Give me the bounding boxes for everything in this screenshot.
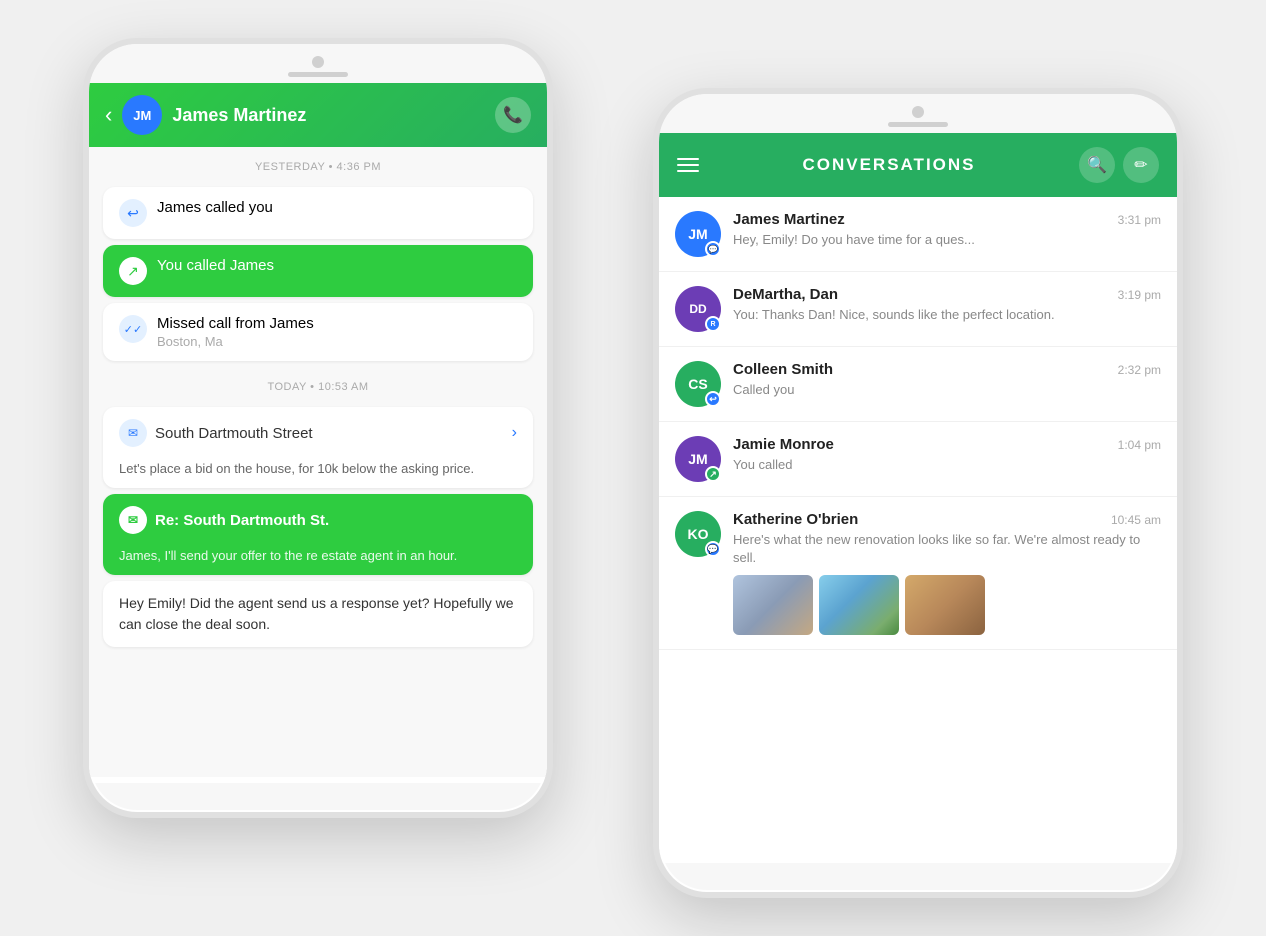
- chat-header: ‹ JM James Martinez 📞: [89, 83, 547, 147]
- katherine-images: [733, 575, 1161, 635]
- header-actions: 🔍 ✏: [1079, 147, 1159, 183]
- jamie-badge: ↗: [705, 466, 721, 482]
- missed-call-subtitle: Boston, Ma: [157, 334, 517, 349]
- james-time: 3:31 pm: [1118, 213, 1161, 227]
- hamburger-menu-icon[interactable]: [677, 158, 699, 172]
- text-received-message: Hey Emily! Did the agent send us a respo…: [103, 581, 533, 647]
- chat-contact-avatar: JM: [122, 95, 162, 135]
- james-badge: 💬: [705, 241, 721, 257]
- katherine-time: 10:45 am: [1111, 513, 1161, 527]
- conversation-item-colleen[interactable]: CS ↩ Colleen Smith 2:32 pm Called you: [659, 347, 1177, 422]
- right-speaker: [888, 122, 948, 127]
- jamie-avatar: JM ↗: [675, 436, 721, 482]
- colleen-avatar: CS ↩: [675, 361, 721, 407]
- wood-thumbnail: [905, 575, 985, 635]
- left-phone-top-bar: [89, 44, 547, 83]
- colleen-name: Colleen Smith: [733, 361, 833, 378]
- jamie-name: Jamie Monroe: [733, 436, 834, 453]
- james-avatar: JM 💬: [675, 211, 721, 257]
- left-camera: [312, 56, 324, 68]
- colleen-badge: ↩: [705, 391, 721, 407]
- email-sent-message: ✉ Re: South Dartmouth St. James, I'll se…: [103, 494, 533, 575]
- katherine-preview: Here's what the new renovation looks lik…: [733, 531, 1161, 567]
- email-sent-body: James, I'll send your offer to the re es…: [119, 548, 457, 563]
- missed-call-title: Missed call from James: [157, 315, 517, 332]
- email-chevron-icon: ›: [512, 424, 517, 442]
- left-phone: ‹ JM James Martinez 📞 YESTERDAY • 4:36 P…: [83, 38, 553, 818]
- conversations-title: CONVERSATIONS: [711, 155, 1067, 175]
- dan-time: 3:19 pm: [1118, 288, 1161, 302]
- conversation-item-james[interactable]: JM 💬 James Martinez 3:31 pm Hey, Emily! …: [659, 197, 1177, 272]
- conversation-item-jamie[interactable]: JM ↗ Jamie Monroe 1:04 pm You called: [659, 422, 1177, 497]
- james-name: James Martinez: [733, 211, 845, 228]
- email-received-icon: ✉: [119, 419, 147, 447]
- email-sent-title: Re: South Dartmouth St.: [155, 512, 329, 529]
- missed-call-message: ✓✓ Missed call from James Boston, Ma: [103, 303, 533, 361]
- back-button[interactable]: ‹: [105, 102, 112, 128]
- right-phone-top-bar: [659, 94, 1177, 133]
- james-preview: Hey, Emily! Do you have time for a ques.…: [733, 231, 1161, 249]
- dan-name: DeMartha, Dan: [733, 286, 838, 303]
- kitchen-thumbnail: [733, 575, 813, 635]
- chat-contact-name: James Martinez: [172, 105, 485, 126]
- timestamp-yesterday: YESTERDAY • 4:36 PM: [89, 147, 547, 181]
- colleen-preview: Called you: [733, 381, 1161, 399]
- katherine-badge: 💬: [705, 541, 721, 557]
- missed-call-icon: ✓✓: [119, 315, 147, 343]
- received-call-text: James called you: [157, 199, 517, 216]
- conversations-screen: CONVERSATIONS 🔍 ✏ JM 💬 James Martin: [659, 133, 1177, 863]
- sent-call-message: ↗ You called James: [103, 245, 533, 297]
- chat-call-button[interactable]: 📞: [495, 97, 531, 133]
- chat-screen: ‹ JM James Martinez 📞 YESTERDAY • 4:36 P…: [89, 83, 547, 783]
- email-received-message: ✉ South Dartmouth Street › Let's place a…: [103, 407, 533, 488]
- timestamp-today: TODAY • 10:53 AM: [89, 367, 547, 401]
- email-sent-icon: ✉: [119, 506, 147, 534]
- sent-call-icon: ↗: [119, 257, 147, 285]
- search-button[interactable]: 🔍: [1079, 147, 1115, 183]
- sent-call-text: You called James: [157, 257, 517, 274]
- dan-badge: R: [705, 316, 721, 332]
- katherine-name: Katherine O'brien: [733, 511, 858, 528]
- conversations-list: JM 💬 James Martinez 3:31 pm Hey, Emily! …: [659, 197, 1177, 650]
- conversation-item-katherine[interactable]: KO 💬 Katherine O'brien 10:45 am Here's w…: [659, 497, 1177, 650]
- received-call-message: ↩ James called you: [103, 187, 533, 239]
- received-call-icon: ↩: [119, 199, 147, 227]
- house-thumbnail: [819, 575, 899, 635]
- email-received-body: Let's place a bid on the house, for 10k …: [119, 461, 474, 476]
- chat-body: YESTERDAY • 4:36 PM ↩ James called you ↗…: [89, 147, 547, 777]
- colleen-time: 2:32 pm: [1118, 363, 1161, 377]
- email-received-title: South Dartmouth Street: [155, 425, 313, 442]
- jamie-preview: You called: [733, 456, 1161, 474]
- jamie-time: 1:04 pm: [1118, 438, 1161, 452]
- right-camera: [912, 106, 924, 118]
- katherine-avatar: KO 💬: [675, 511, 721, 557]
- compose-button[interactable]: ✏: [1123, 147, 1159, 183]
- text-received-body: Hey Emily! Did the agent send us a respo…: [119, 593, 517, 635]
- left-speaker: [288, 72, 348, 77]
- dan-avatar: DD R: [675, 286, 721, 332]
- conversations-header: CONVERSATIONS 🔍 ✏: [659, 133, 1177, 197]
- conversation-item-dan[interactable]: DD R DeMartha, Dan 3:19 pm You: Thanks D…: [659, 272, 1177, 347]
- dan-preview: You: Thanks Dan! Nice, sounds like the p…: [733, 306, 1161, 324]
- right-phone: CONVERSATIONS 🔍 ✏ JM 💬 James Martin: [653, 88, 1183, 898]
